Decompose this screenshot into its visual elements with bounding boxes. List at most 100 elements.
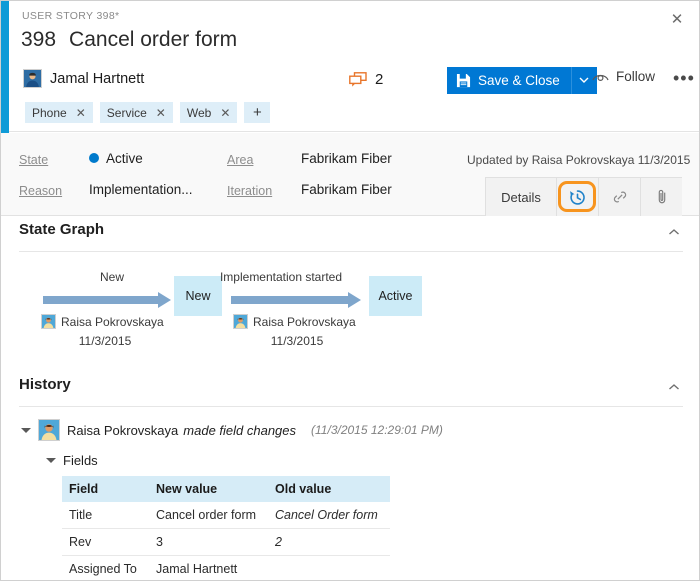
follow-button[interactable]: Follow bbox=[592, 69, 655, 84]
transition-arrow bbox=[43, 292, 171, 308]
assigned-to-name: Jamal Hartnett bbox=[50, 71, 144, 87]
history-fields-row: Fields bbox=[46, 453, 700, 468]
tag-label: Service bbox=[107, 106, 147, 120]
field-value-iteration[interactable]: Fabrikam Fiber bbox=[301, 182, 392, 197]
history-entry: Raisa Pokrovskaya made field changes (11… bbox=[21, 417, 700, 443]
breadcrumb: USER STORY 398* bbox=[22, 10, 119, 22]
cell-new-value: Jamal Hartnett bbox=[149, 556, 268, 581]
tag-remove-icon[interactable]: ✕ bbox=[76, 107, 86, 119]
transition-person-name: Raisa Pokrovskaya bbox=[253, 315, 356, 329]
add-tag-button[interactable]: + bbox=[244, 102, 270, 123]
history-title: History bbox=[19, 376, 71, 393]
tag-label: Phone bbox=[32, 106, 67, 120]
fields-label: Fields bbox=[63, 453, 98, 468]
state-graph-title: State Graph bbox=[19, 221, 104, 238]
field-label-area: Area bbox=[227, 153, 253, 167]
tag-item[interactable]: Service ✕ bbox=[100, 102, 173, 123]
tab-attachments[interactable] bbox=[641, 178, 682, 216]
avatar bbox=[41, 314, 56, 329]
tag-remove-icon[interactable]: ✕ bbox=[156, 107, 166, 119]
history-action: made field changes bbox=[183, 423, 296, 438]
discussion-count: 2 bbox=[375, 71, 383, 88]
transition-person-name: Raisa Pokrovskaya bbox=[61, 315, 164, 329]
cell-field: Assigned To bbox=[62, 556, 149, 581]
chevron-up-glyph bbox=[668, 228, 680, 236]
cell-old-value: 2 bbox=[268, 529, 390, 556]
assigned-to-row[interactable]: Jamal Hartnett bbox=[23, 69, 144, 88]
chevron-down-icon bbox=[579, 77, 589, 84]
expand-triangle-icon[interactable] bbox=[46, 458, 56, 463]
field-value-state[interactable]: Active bbox=[89, 151, 143, 166]
table-row: Title Cancel order form Cancel Order for… bbox=[62, 502, 390, 529]
save-close-button[interactable]: Save & Close bbox=[447, 67, 571, 94]
work-item-header: USER STORY 398* 398 Cancel order form Ja… bbox=[9, 1, 699, 132]
table-row: Rev 3 2 bbox=[62, 529, 390, 556]
transition-label: New bbox=[57, 270, 167, 284]
field-label-state: State bbox=[19, 153, 48, 167]
field-label-reason: Reason bbox=[19, 184, 62, 198]
table-header-row: Field New value Old value bbox=[62, 476, 390, 502]
state-graph-section: State Graph New Raisa P bbox=[1, 217, 700, 357]
cell-new-value: 3 bbox=[149, 529, 268, 556]
paperclip-icon bbox=[654, 188, 670, 206]
history-timestamp: (11/3/2015 12:29:01 PM) bbox=[311, 423, 443, 437]
tab-links[interactable] bbox=[599, 178, 641, 216]
avatar bbox=[233, 314, 248, 329]
field-value-reason[interactable]: Implementation... bbox=[89, 182, 193, 197]
detail-tabs: Details bbox=[485, 177, 682, 216]
field-label-iteration: Iteration bbox=[227, 184, 272, 198]
avatar bbox=[38, 419, 60, 441]
transition-date: 11/3/2015 bbox=[227, 334, 367, 348]
work-item-dialog: USER STORY 398* 398 Cancel order form Ja… bbox=[0, 0, 700, 581]
close-icon[interactable]: ✕ bbox=[667, 9, 687, 29]
transition-person: Raisa Pokrovskaya bbox=[41, 314, 164, 329]
history-clock-icon bbox=[568, 188, 587, 207]
left-accent-bar bbox=[1, 1, 9, 133]
cell-field: Rev bbox=[62, 529, 149, 556]
cell-old-value: Cancel Order form bbox=[268, 502, 390, 529]
tag-remove-icon[interactable]: ✕ bbox=[220, 107, 230, 119]
avatar bbox=[23, 69, 42, 88]
save-close-label: Save & Close bbox=[478, 73, 560, 88]
chevron-up-icon[interactable] bbox=[665, 223, 683, 241]
transition-label: Implementation started bbox=[207, 270, 355, 284]
save-and-close-group: Save & Close bbox=[447, 67, 597, 94]
updated-by-text: Updated by Raisa Pokrovskaya 11/3/2015 bbox=[467, 153, 690, 167]
chevron-up-glyph bbox=[668, 383, 680, 391]
history-section: History Raisa Pokrovskaya made field cha… bbox=[1, 372, 700, 581]
transition-person: Raisa Pokrovskaya bbox=[233, 314, 356, 329]
work-item-title[interactable]: Cancel order form bbox=[69, 28, 237, 52]
column-header-field: Field bbox=[62, 476, 149, 502]
chevron-up-icon[interactable] bbox=[665, 378, 683, 396]
save-disk-icon bbox=[456, 73, 471, 88]
cell-old-value bbox=[268, 556, 390, 581]
state-graph-diagram: New Raisa Pokrovskaya 11/3/2015 New Impl… bbox=[21, 252, 700, 357]
tag-list: Phone ✕ Service ✕ Web ✕ + bbox=[25, 102, 270, 123]
discussion-indicator[interactable]: 2 bbox=[349, 71, 383, 88]
tag-label: Web bbox=[187, 106, 211, 120]
state-graph-header: State Graph bbox=[19, 217, 683, 252]
tab-details-label: Details bbox=[501, 190, 541, 205]
eye-icon bbox=[592, 71, 609, 83]
tab-details[interactable]: Details bbox=[486, 178, 557, 216]
cell-field: Title bbox=[62, 502, 149, 529]
field-value-area[interactable]: Fabrikam Fiber bbox=[301, 151, 392, 166]
follow-label: Follow bbox=[616, 69, 655, 84]
history-header: History bbox=[19, 372, 683, 407]
transition-arrow bbox=[231, 292, 361, 308]
cell-new-value: Cancel order form bbox=[149, 502, 268, 529]
page-title: 398 Cancel order form bbox=[21, 28, 237, 52]
expand-triangle-icon[interactable] bbox=[21, 428, 31, 433]
tab-history[interactable] bbox=[557, 178, 599, 216]
history-person: Raisa Pokrovskaya bbox=[67, 423, 178, 438]
tag-item[interactable]: Phone ✕ bbox=[25, 102, 93, 123]
comment-bubbles-icon bbox=[349, 72, 367, 88]
state-dot bbox=[89, 153, 99, 163]
work-item-id: 398 bbox=[21, 28, 56, 52]
transition-date: 11/3/2015 bbox=[41, 334, 169, 348]
link-chain-icon bbox=[611, 188, 629, 206]
state-node-active[interactable]: Active bbox=[369, 276, 422, 316]
column-header-new-value: New value bbox=[149, 476, 268, 502]
tag-item[interactable]: Web ✕ bbox=[180, 102, 238, 123]
more-actions-button[interactable]: ••• bbox=[673, 71, 695, 85]
